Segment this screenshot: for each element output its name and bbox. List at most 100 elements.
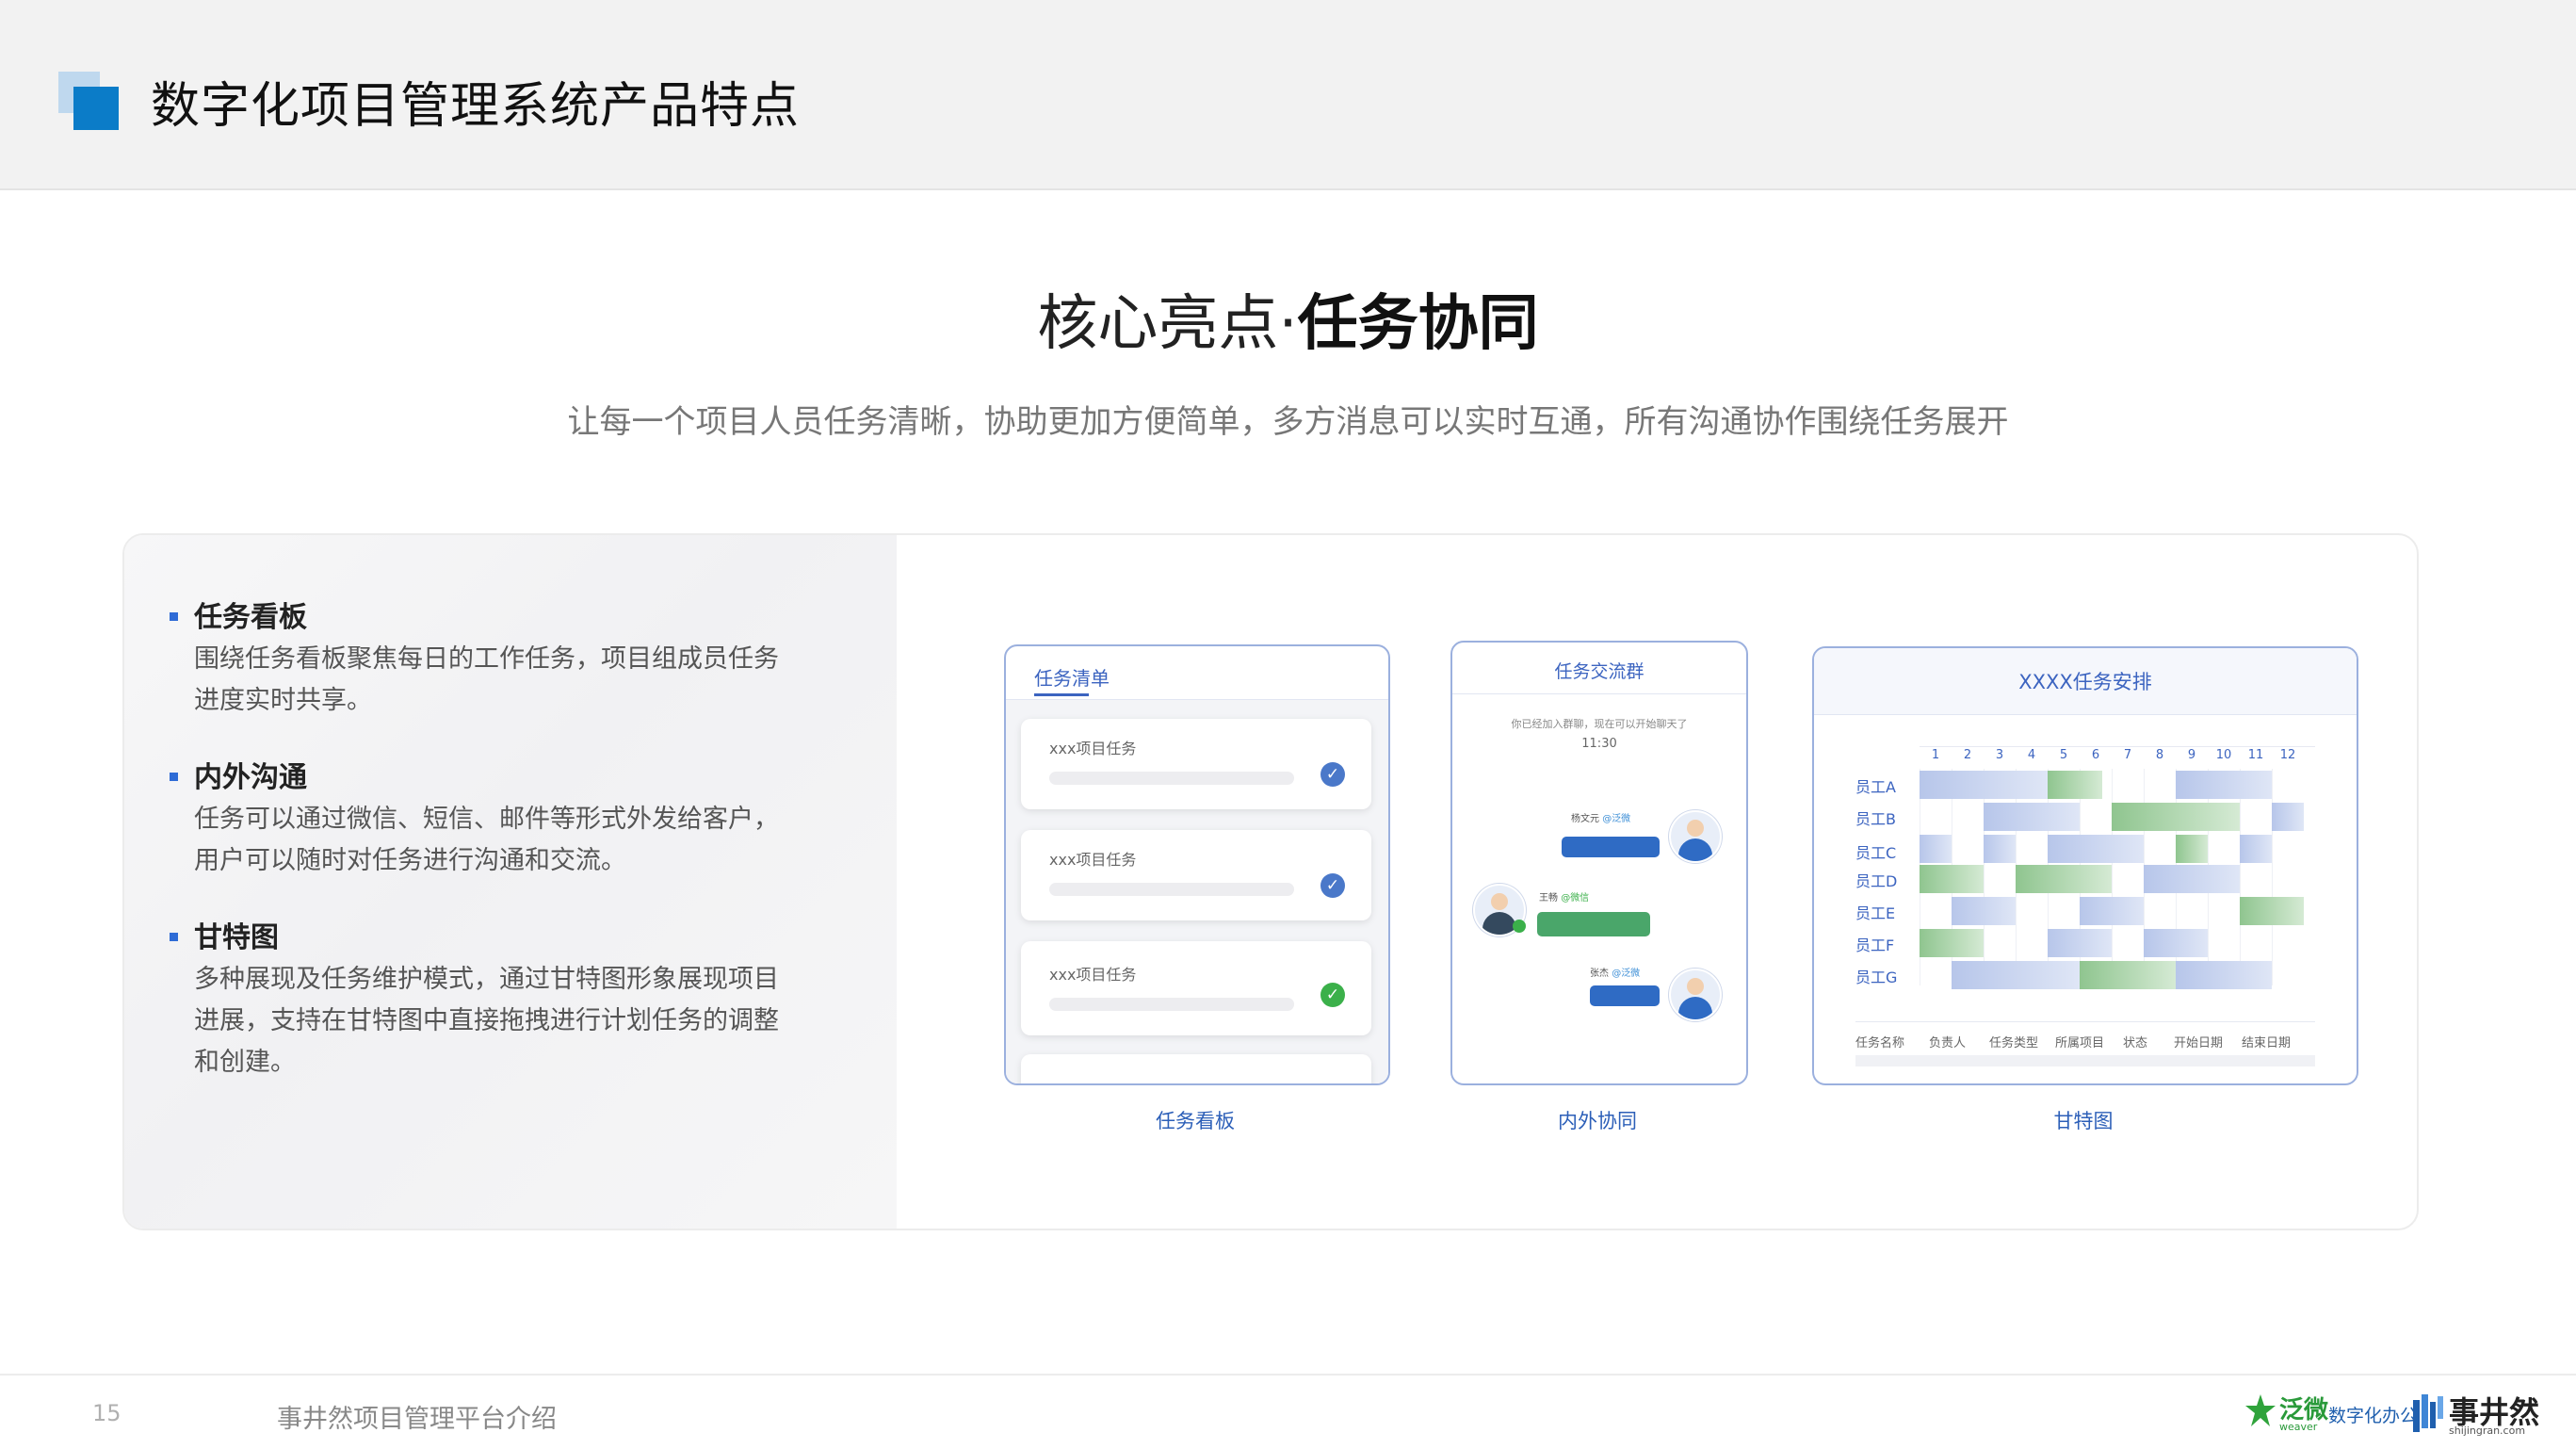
feature-title-kanban: 任务看板 [194, 601, 307, 634]
gantt-footer-col: 负责人 [1929, 1036, 1967, 1050]
gantt-bar[interactable] [2080, 897, 2144, 925]
wechat-badge-icon [1513, 920, 1526, 933]
gantt-bar[interactable] [1952, 897, 2016, 925]
caption-chat: 内外协同 [1558, 1110, 1637, 1132]
gantt-month: 10 [2215, 748, 2232, 762]
bullet-icon [170, 773, 178, 781]
gantt-bar[interactable] [2176, 771, 2272, 799]
weaver-logo-icon [2244, 1392, 2277, 1430]
gantt-bar[interactable] [2144, 865, 2240, 893]
check-icon[interactable]: ✓ [1320, 873, 1345, 898]
gantt-month: 9 [2187, 748, 2196, 762]
gantt-bar[interactable] [1920, 835, 1952, 863]
gantt-bar[interactable] [2240, 897, 2304, 925]
message-bubble [1590, 985, 1660, 1006]
bullet-icon [170, 612, 178, 621]
task-progress-placeholder [1049, 998, 1294, 1011]
gantt-bar[interactable] [1920, 865, 1984, 893]
avatar-face [1687, 820, 1704, 837]
gantt-footer-col: 开始日期 [2174, 1036, 2224, 1050]
gantt-row-label: 员工C [1855, 844, 1897, 862]
shijingran-logo-icon [2413, 1392, 2443, 1432]
task-board-mockup: 任务清单 xxx项目任务 ✓ xxx项目任务 ✓ xxx项目任务 ✓ [1004, 644, 1390, 1085]
gantt-row-label: 员工F [1855, 936, 1895, 954]
avatar-face [1491, 893, 1508, 910]
task-name: xxx项目任务 [1049, 966, 1137, 984]
title-decor-blue-square [73, 87, 119, 130]
gantt-bar[interactable] [2048, 771, 2102, 799]
chat-time: 11:30 [1581, 737, 1617, 751]
message-sender: 王畅 @微信 [1539, 889, 1589, 904]
gantt-bar[interactable] [2048, 929, 2112, 957]
gantt-footer-col: 状态 [2123, 1036, 2148, 1050]
gantt-footer-line [1855, 1021, 2315, 1022]
task-item[interactable]: xxx项目任务 ✓ [1021, 941, 1371, 1035]
shijingran-url: shijingran.com [2449, 1425, 2526, 1437]
avatar-body [1678, 838, 1712, 861]
page-title: 数字化项目管理系统产品特点 [151, 78, 801, 135]
user-avatar-icon [1669, 969, 1722, 1021]
gantt-bar[interactable] [1920, 929, 1984, 957]
gantt-bar[interactable] [2176, 835, 2208, 863]
footer-title: 事井然项目管理平台介绍 [277, 1405, 557, 1434]
weaver-slogan: 数字化办公 [2328, 1406, 2419, 1426]
gantt-month: 4 [2027, 748, 2036, 762]
hero-title-prefix: 核心亮点· [1037, 289, 1298, 359]
task-progress-placeholder [1049, 772, 1294, 785]
gantt-bar[interactable] [1952, 961, 2080, 989]
gantt-bar[interactable] [2080, 961, 2176, 989]
gantt-bar[interactable] [2112, 803, 2240, 831]
check-icon[interactable]: ✓ [1320, 983, 1345, 1007]
message-bubble [1537, 912, 1650, 936]
gantt-bar[interactable] [1920, 771, 2048, 799]
caption-task-board: 任务看板 [1156, 1110, 1235, 1132]
weaver-brand-en: weaver [2279, 1421, 2318, 1433]
gantt-month: 11 [2247, 748, 2264, 762]
check-icon[interactable]: ✓ [1320, 762, 1345, 787]
hero-title-bold: 任务协同 [1297, 289, 1539, 359]
chat-divider [1452, 693, 1746, 694]
gantt-row-label: 员工E [1855, 904, 1896, 922]
task-list-tab[interactable]: 任务清单 [1034, 663, 1110, 691]
task-item[interactable]: xxx项目任务 ✓ [1021, 830, 1371, 920]
page-number: 15 [92, 1400, 122, 1426]
avatar-face [1687, 978, 1704, 995]
gantt-title: XXXX任务安排 [2018, 671, 2152, 693]
gantt-month: 3 [1995, 748, 2004, 762]
gantt-header-line [1920, 746, 2315, 747]
bullet-icon [170, 933, 178, 941]
gantt-month: 8 [2155, 748, 2164, 762]
gantt-bar[interactable] [2272, 803, 2304, 831]
gantt-bar[interactable] [2048, 835, 2144, 863]
gantt-footer-row-placeholder [1855, 1055, 2315, 1066]
hero-title: 核心亮点·任务协同 [0, 275, 2576, 362]
gantt-bar[interactable] [2176, 961, 2272, 989]
gantt-bar[interactable] [1984, 835, 2016, 863]
sender-name: 杨文元 [1571, 814, 1599, 824]
gantt-month: 6 [2091, 748, 2100, 762]
message-bubble [1562, 837, 1660, 857]
gantt-bar[interactable] [2144, 929, 2208, 957]
sender-tag: @泛微 [1602, 814, 1631, 824]
sender-name: 王畅 [1539, 893, 1558, 904]
task-item[interactable]: xxx项目任务 ✓ [1021, 719, 1371, 809]
gantt-month: 1 [1931, 748, 1940, 762]
sender-tag: @泛微 [1612, 969, 1641, 979]
task-name: xxx项目任务 [1049, 851, 1137, 869]
gantt-month: 5 [2059, 748, 2068, 762]
feature-title-communication: 内外沟通 [194, 761, 307, 794]
sender-tag: @微信 [1561, 893, 1590, 904]
feature-title-gantt: 甘特图 [194, 921, 279, 954]
gantt-bar[interactable] [2240, 835, 2272, 863]
footer-divider [0, 1374, 2576, 1376]
user-avatar-icon [1669, 810, 1722, 863]
hero-subtitle: 让每一个项目人员任务清晰，协助更加方便简单，多方消息可以实时互通，所有沟通协作围… [567, 403, 2009, 441]
feature-desc-kanban: 围绕任务看板聚焦每日的工作任务，项目组成员任务进度实时共享。 [194, 644, 779, 715]
task-name: xxx项目任务 [1049, 740, 1137, 757]
feature-list-panel: 任务看板 围绕任务看板聚焦每日的工作任务，项目组成员任务进度实时共享。 内外沟通… [124, 535, 897, 1229]
gantt-bar[interactable] [2016, 865, 2112, 893]
gantt-bar[interactable] [1984, 803, 2080, 831]
task-item[interactable] [1021, 1054, 1371, 1083]
header-bar: 数字化项目管理系统产品特点 [0, 0, 2576, 190]
message-sender: 杨文元 @泛微 [1571, 810, 1630, 824]
